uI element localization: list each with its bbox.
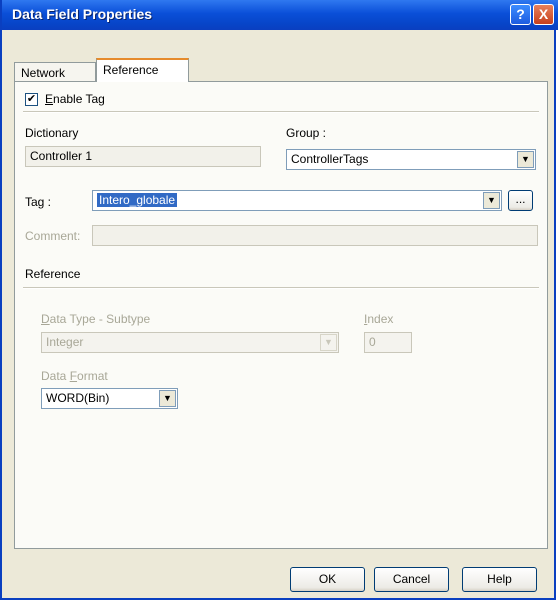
enable-tag-text: nable Tag: [53, 92, 105, 106]
group-label: Group :: [286, 126, 327, 140]
data-format-text-a: Data: [41, 369, 70, 383]
tag-dropdown[interactable]: Intero_globale ▼: [92, 190, 502, 211]
index-field[interactable]: 0: [364, 332, 412, 353]
tag-label: Tag :: [25, 195, 52, 209]
comment-label: Comment:: [25, 229, 81, 243]
data-format-label: Data Format: [41, 369, 108, 383]
dictionary-label: Dictionary: [25, 126, 79, 140]
enable-tag-checkbox[interactable]: ✔: [25, 93, 38, 106]
tab-reference[interactable]: Reference: [96, 58, 189, 82]
index-label: Index: [364, 312, 393, 326]
data-type-value: Integer: [46, 335, 84, 349]
data-format-accel: F: [69, 369, 78, 383]
reference-section-label: Reference: [25, 267, 81, 281]
chevron-down-icon[interactable]: ▼: [483, 192, 500, 209]
data-type-label: Data Type - Subtype: [41, 312, 150, 326]
data-format-text-b: ormat: [77, 369, 108, 383]
tag-browse-button[interactable]: ...: [508, 190, 533, 211]
dialog-window: Data Field Properties ? X Network Refere…: [0, 0, 558, 600]
window-title: Data Field Properties: [12, 6, 153, 22]
data-type-text: ata Type - Subtype: [49, 312, 151, 326]
chevron-down-icon[interactable]: ▼: [320, 334, 337, 351]
data-type-accel: D: [41, 312, 50, 326]
data-format-value: WORD(Bin): [46, 391, 110, 405]
data-type-dropdown[interactable]: Integer ▼: [41, 332, 339, 353]
data-format-dropdown[interactable]: WORD(Bin) ▼: [41, 388, 178, 409]
ok-button[interactable]: OK: [290, 567, 365, 592]
group-dropdown[interactable]: ControllerTags ▼: [286, 149, 536, 170]
separator: [23, 111, 539, 113]
help-button[interactable]: Help: [462, 567, 537, 592]
enable-tag-label[interactable]: Enable Tag: [45, 92, 105, 106]
chevron-down-icon[interactable]: ▼: [517, 151, 534, 168]
close-button[interactable]: X: [533, 4, 554, 25]
index-text: ndex: [367, 312, 394, 326]
tag-value: Intero_globale: [97, 193, 178, 207]
chevron-down-icon[interactable]: ▼: [159, 390, 176, 407]
tab-network[interactable]: Network: [14, 62, 96, 81]
reference-panel: ✔ Enable Tag Dictionary Controller 1 Gro…: [14, 81, 548, 549]
group-value: ControllerTags: [291, 152, 369, 166]
separator: [23, 287, 539, 289]
cancel-button[interactable]: Cancel: [374, 567, 449, 592]
comment-field[interactable]: [92, 225, 538, 246]
enable-tag-accel: E: [45, 92, 54, 106]
help-title-button[interactable]: ?: [510, 4, 531, 25]
title-bar[interactable]: Data Field Properties ? X: [2, 0, 558, 30]
dictionary-field: Controller 1: [25, 146, 261, 167]
